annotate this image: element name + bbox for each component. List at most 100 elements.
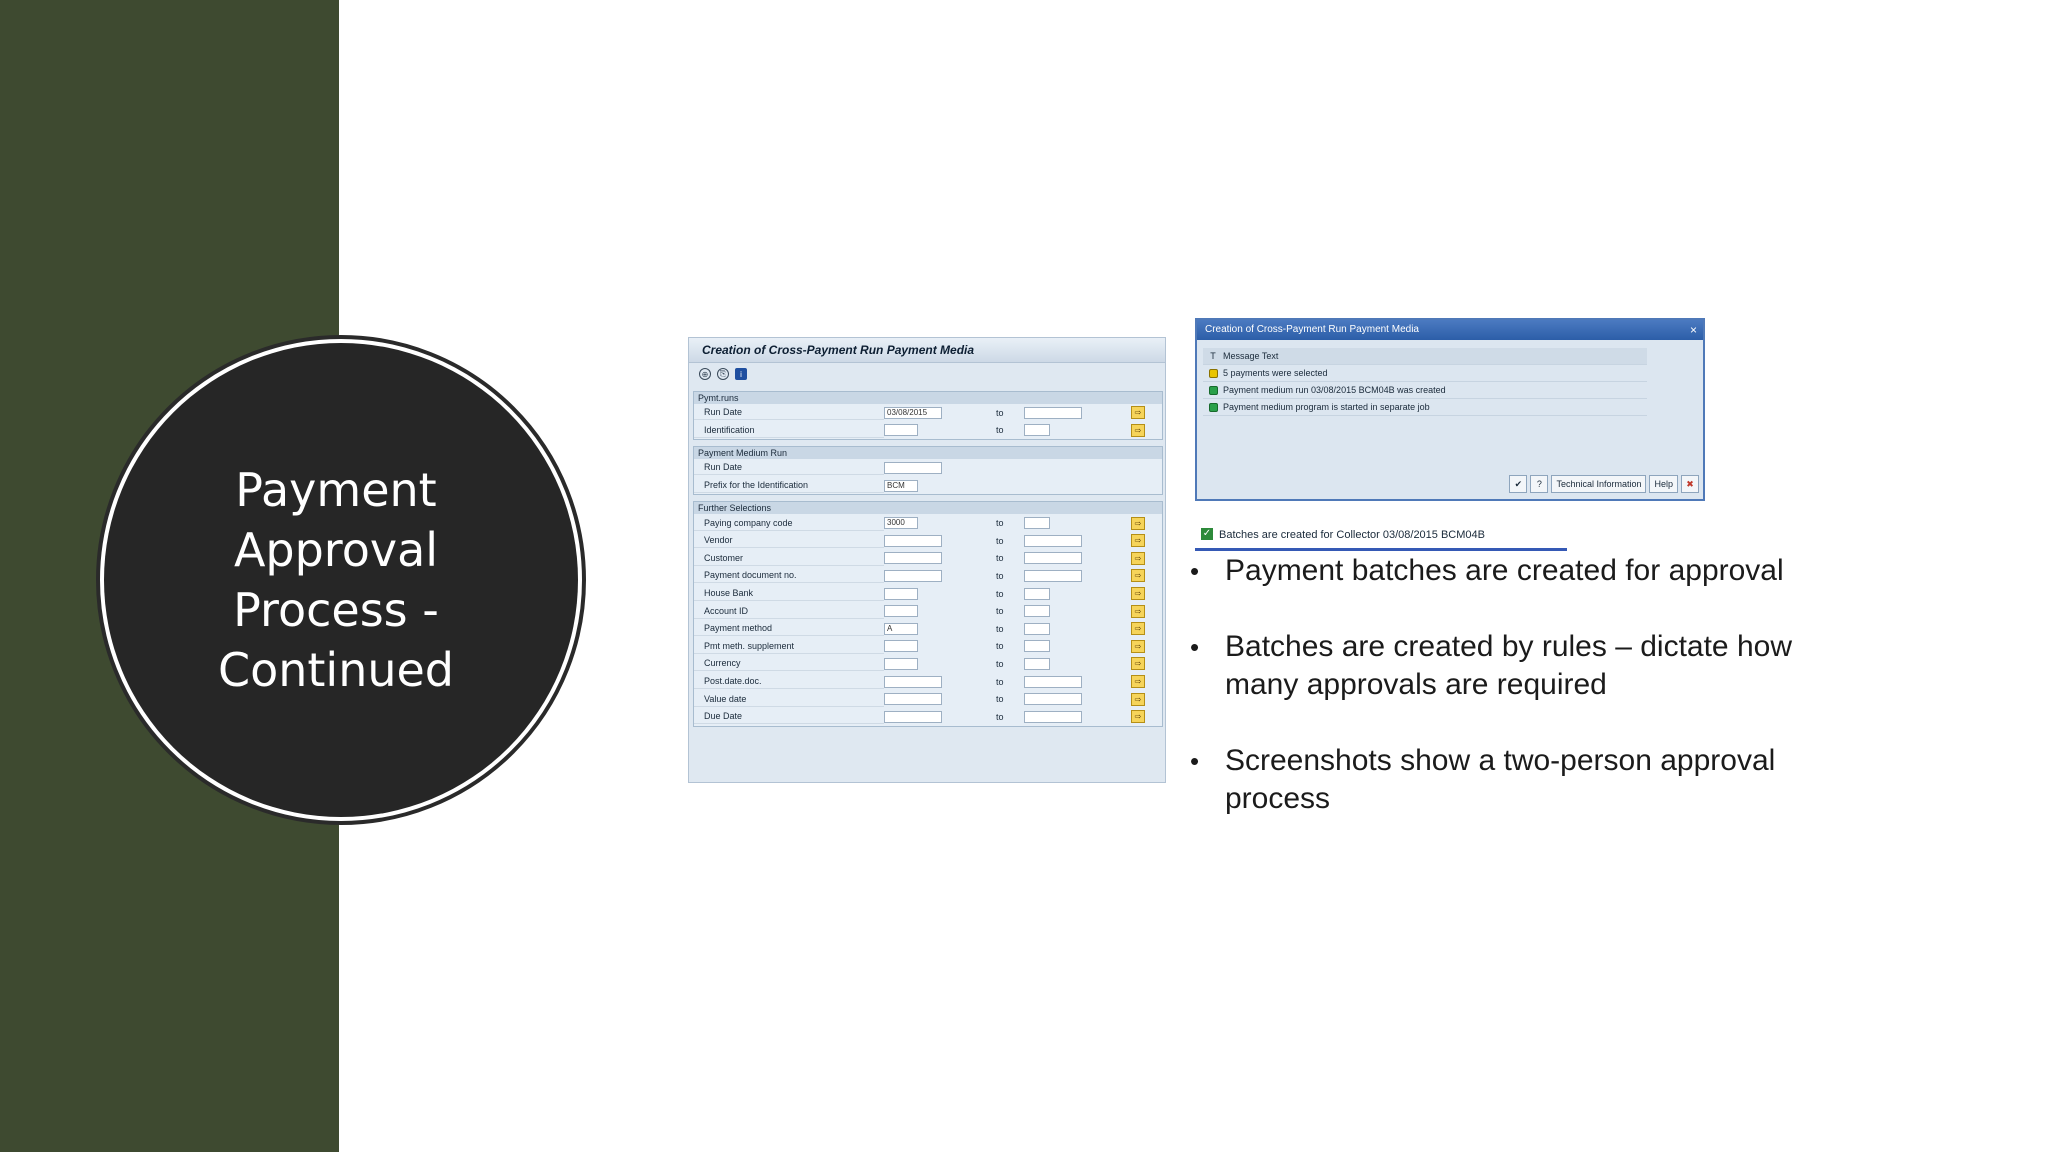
to-input[interactable] <box>1024 657 1050 670</box>
from-input[interactable]: A <box>884 622 918 635</box>
selection-row: Post.date.doc. to ⇨ <box>694 673 1162 691</box>
cancel-button[interactable]: ✖ <box>1681 475 1699 493</box>
info-icon[interactable]: i <box>735 368 747 380</box>
bullet-item: • Screenshots show a two-person approval … <box>1190 742 1870 818</box>
multiple-selection-icon[interactable]: ⇨ <box>1131 534 1145 548</box>
selection-row: Run Date <box>694 459 1162 477</box>
help-circle-button[interactable]: ? <box>1530 475 1549 493</box>
from-input[interactable] <box>884 675 942 688</box>
to-input[interactable] <box>1024 517 1050 530</box>
to-input[interactable] <box>1024 552 1082 565</box>
to-input[interactable] <box>1024 424 1050 437</box>
slide-title: Payment Approval Process - Continued <box>217 463 455 697</box>
selection-row: Identification to ⇨ <box>694 422 1162 440</box>
field-label: Prefix for the Identification <box>694 478 884 494</box>
to-label: to <box>996 641 1004 652</box>
to-input[interactable] <box>1024 569 1082 582</box>
technical-information-button[interactable]: Technical Information <box>1551 475 1647 493</box>
selection-row: Prefix for the Identification BCM <box>694 477 1162 495</box>
multiple-selection-icon[interactable]: ⇨ <box>1131 423 1145 437</box>
multiple-selection-icon[interactable]: ⇨ <box>1131 692 1145 706</box>
message-row[interactable]: Payment medium program is started in sep… <box>1203 399 1647 416</box>
from-input[interactable] <box>884 640 918 653</box>
field-label: Value date <box>694 692 884 707</box>
field-label: Customer <box>694 551 884 566</box>
to-input[interactable] <box>1024 605 1050 618</box>
multiple-selection-icon[interactable]: ⇨ <box>1131 675 1145 689</box>
selection-row: House Bank to ⇨ <box>694 585 1162 603</box>
to-label: to <box>996 553 1004 564</box>
to-input[interactable] <box>1024 693 1082 706</box>
close-icon[interactable]: × <box>1690 320 1697 340</box>
from-input[interactable] <box>884 552 942 565</box>
to-input[interactable] <box>1024 675 1082 688</box>
multiple-selection-icon[interactable]: ⇨ <box>1131 569 1145 583</box>
confirm-check-button[interactable]: ✔ <box>1509 475 1528 493</box>
sap-selection-screen: Creation of Cross-Payment Run Payment Me… <box>688 337 1166 783</box>
dialog-titlebar: Creation of Cross-Payment Run Payment Me… <box>1197 320 1703 340</box>
multiple-selection-icon[interactable]: ⇨ <box>1131 604 1145 618</box>
sap-toolbar: ⊕ ⎘ i <box>689 363 1165 385</box>
to-input[interactable] <box>1024 710 1082 723</box>
field-label: Identification <box>694 423 884 438</box>
multiple-selection-icon[interactable]: ⇨ <box>1131 710 1145 724</box>
dialog-buttons: ✔ ? Technical Information Help ✖ <box>1509 475 1699 493</box>
message-type-cell <box>1203 368 1223 378</box>
selection-row: Account ID to ⇨ <box>694 602 1162 620</box>
from-input[interactable]: 03/08/2015 <box>884 406 942 419</box>
to-label: to <box>996 425 1004 436</box>
field-label: Payment document no. <box>694 568 884 584</box>
from-input[interactable] <box>884 534 942 547</box>
multiple-selection-icon[interactable]: ⇨ <box>1131 622 1145 636</box>
multiple-selection-icon[interactable]: ⇨ <box>1131 587 1145 601</box>
to-label: to <box>996 623 1004 634</box>
field-label: Account ID <box>694 604 884 619</box>
selection-row: Value date to ⇨ <box>694 690 1162 708</box>
to-input[interactable] <box>1024 406 1082 419</box>
to-input[interactable] <box>1024 534 1082 547</box>
execute-icon[interactable]: ⊕ <box>699 368 711 380</box>
dialog-title: Creation of Cross-Payment Run Payment Me… <box>1205 324 1419 335</box>
multiple-selection-icon[interactable]: ⇨ <box>1131 551 1145 565</box>
field-label: Payment method <box>694 621 884 637</box>
from-input[interactable] <box>884 569 942 582</box>
multiple-selection-icon[interactable]: ⇨ <box>1131 639 1145 653</box>
help-button[interactable]: Help <box>1649 475 1678 493</box>
from-input[interactable] <box>884 710 942 723</box>
message-row[interactable]: 5 payments were selected <box>1203 365 1647 382</box>
message-type-cell <box>1203 402 1223 412</box>
message-table: T Message Text 5 payments were selected P… <box>1203 348 1647 416</box>
from-input[interactable] <box>884 693 942 706</box>
from-input[interactable]: 3000 <box>884 517 918 530</box>
from-input[interactable] <box>884 657 918 670</box>
sap-screen-title: Creation of Cross-Payment Run Payment Me… <box>689 338 1165 363</box>
from-input[interactable] <box>884 461 942 474</box>
to-label: to <box>996 535 1004 546</box>
from-input[interactable]: BCM <box>884 479 918 492</box>
multiple-selection-icon[interactable]: ⇨ <box>1131 406 1145 420</box>
to-label: to <box>996 676 1004 687</box>
selection-row: Customer to ⇨ <box>694 550 1162 568</box>
from-input[interactable] <box>884 424 918 437</box>
group-title: Payment Medium Run <box>694 447 1162 460</box>
to-input[interactable] <box>1024 640 1050 653</box>
from-input[interactable] <box>884 605 918 618</box>
multiple-selection-icon[interactable]: ⇨ <box>1131 657 1145 671</box>
bullet-marker: • <box>1190 632 1200 662</box>
message-row[interactable]: Payment medium run 03/08/2015 BCM04B was… <box>1203 382 1647 399</box>
field-label: Run Date <box>694 460 884 476</box>
bullet-marker: • <box>1190 746 1200 776</box>
to-label: to <box>996 407 1004 418</box>
to-label: to <box>996 694 1004 705</box>
title-circle: Payment Approval Process - Continued <box>104 343 578 817</box>
to-input[interactable] <box>1024 622 1050 635</box>
multiple-selection-icon[interactable]: ⇨ <box>1131 516 1145 530</box>
to-label: to <box>996 518 1004 529</box>
to-input[interactable] <box>1024 587 1050 600</box>
success-status-icon <box>1208 368 1218 378</box>
message-type-cell <box>1203 385 1223 395</box>
variant-icon[interactable]: ⎘ <box>717 368 729 380</box>
group-title: Further Selections <box>694 502 1162 515</box>
from-input[interactable] <box>884 587 918 600</box>
field-label: Post.date.doc. <box>694 674 884 690</box>
